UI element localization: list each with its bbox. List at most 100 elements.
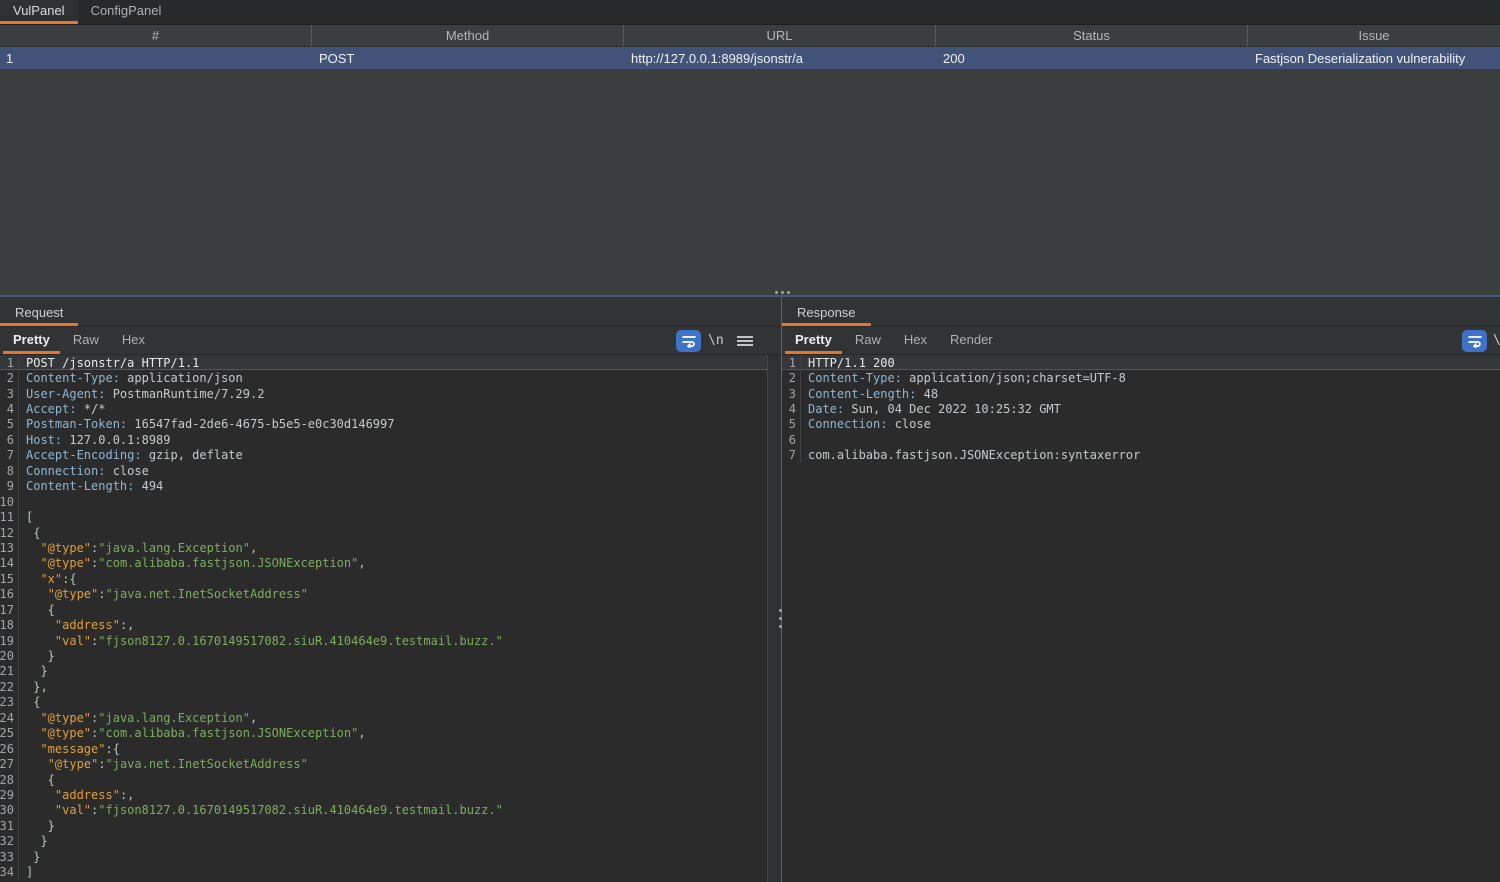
request-editor[interactable]: 1POST /jsonstr/a HTTP/1.12Content-Type: … (0, 355, 768, 882)
line-number: 1 (782, 355, 801, 370)
code-line: 18 "address":, (0, 617, 767, 632)
line-number: 12 (0, 525, 19, 540)
code-line: 22 }, (0, 679, 767, 694)
splitter-grip-icon[interactable] (775, 291, 790, 294)
results-table-body[interactable] (0, 69, 1500, 291)
line-content: "@type":"java.net.InetSocketAddress" (19, 587, 308, 601)
line-number: 11 (0, 509, 19, 524)
column-header[interactable]: Status (936, 25, 1248, 46)
line-number: 13 (0, 540, 19, 555)
bottom-section: Request PrettyRawHex \n 1POST /jsonstr/a… (0, 297, 1500, 882)
code-line: 2Content-Type: application/json;charset=… (782, 370, 1500, 385)
code-line: 27 "@type":"java.net.InetSocketAddress" (0, 756, 767, 771)
column-header[interactable]: Issue (1248, 25, 1500, 46)
line-number: 20 (0, 648, 19, 663)
line-content: "@type":"java.lang.Exception", (19, 711, 257, 725)
line-number: 4 (782, 401, 801, 416)
line-number: 33 (0, 849, 19, 864)
line-content: "x":{ (19, 572, 77, 586)
line-content: } (19, 664, 48, 678)
code-line: 15 "x":{ (0, 571, 767, 586)
column-header[interactable]: URL (624, 25, 936, 46)
line-number: 28 (0, 772, 19, 787)
line-content: Content-Type: application/json;charset=U… (801, 371, 1126, 385)
line-content: "@type":"java.lang.Exception", (19, 541, 257, 555)
code-line: 19 "val":"fjson8127.0.1670149517082.siuR… (0, 633, 767, 648)
newline-toggle-icon[interactable]: \n (708, 333, 724, 348)
cell-method: POST (312, 47, 624, 69)
code-line: 34] (0, 864, 767, 879)
code-line: 3Content-Length: 48 (782, 386, 1500, 401)
line-number: 24 (0, 710, 19, 725)
line-content: { (19, 603, 55, 617)
tab-response[interactable]: Response (782, 300, 871, 326)
line-number: 6 (0, 432, 19, 447)
column-header[interactable]: Method (312, 25, 624, 46)
editor-menu-icon[interactable] (737, 336, 753, 346)
subtab-raw[interactable]: Raw (845, 328, 891, 354)
top-section: VulPanelConfigPanel #MethodURLStatusIssu… (0, 0, 1500, 297)
line-number: 3 (0, 386, 19, 401)
code-line: 5Postman-Token: 16547fad-2de6-4675-b5e5-… (0, 417, 767, 432)
response-editor[interactable]: 1HTTP/1.1 2002Content-Type: application/… (782, 355, 1500, 882)
code-line: 6Host: 127.0.0.1:8989 (0, 432, 767, 447)
code-line: 14 "@type":"com.alibaba.fastjson.JSONExc… (0, 556, 767, 571)
tab-request[interactable]: Request (0, 300, 78, 326)
code-line: 24 "@type":"java.lang.Exception", (0, 710, 767, 725)
line-content: } (19, 850, 40, 864)
vertical-splitter[interactable] (781, 297, 782, 882)
table-row[interactable]: 1POSThttp://127.0.0.1:8989/jsonstr/a200F… (0, 47, 1500, 69)
code-line: 13 "@type":"java.lang.Exception", (0, 540, 767, 555)
wrap-lines-icon (681, 334, 697, 348)
line-number: 21 (0, 664, 19, 679)
line-content: { (19, 526, 40, 540)
code-line: 4Accept: */* (0, 401, 767, 416)
line-content: Host: 127.0.0.1:8989 (19, 433, 171, 447)
line-number: 27 (0, 756, 19, 771)
line-number: 5 (782, 417, 801, 432)
code-line: 11[ (0, 509, 767, 524)
code-line: 30 "val":"fjson8127.0.1670149517082.siuR… (0, 803, 767, 818)
column-header[interactable]: # (0, 25, 312, 46)
wrap-lines-icon (1467, 334, 1483, 348)
line-content: Accept: */* (19, 402, 105, 416)
line-number: 18 (0, 617, 19, 632)
wrap-lines-button[interactable] (1462, 330, 1487, 352)
tab-vulpanel[interactable]: VulPanel (0, 0, 78, 24)
line-number: 32 (0, 834, 19, 849)
code-line: 1POST /jsonstr/a HTTP/1.1 (0, 355, 767, 370)
code-line: 32 } (0, 834, 767, 849)
line-content: "message":{ (19, 742, 120, 756)
subtab-pretty[interactable]: Pretty (3, 328, 60, 354)
subtab-hex[interactable]: Hex (894, 328, 937, 354)
line-content: ] (19, 865, 33, 879)
tab-configpanel[interactable]: ConfigPanel (78, 0, 175, 24)
line-number: 2 (0, 370, 19, 385)
splitter-grip-icon[interactable] (779, 609, 782, 628)
newline-toggle-icon[interactable]: \n (1493, 333, 1500, 348)
code-line: 33 } (0, 849, 767, 864)
subtab-pretty[interactable]: Pretty (785, 328, 842, 354)
line-number: 6 (782, 432, 801, 447)
line-content: } (19, 819, 55, 833)
line-number: 23 (0, 695, 19, 710)
line-number: 9 (0, 479, 19, 494)
line-content: User-Agent: PostmanRuntime/7.29.2 (19, 387, 264, 401)
line-number: 8 (0, 463, 19, 478)
line-content: "val":"fjson8127.0.1670149517082.siuR.41… (19, 803, 503, 817)
request-panel: Request PrettyRawHex \n 1POST /jsonstr/a… (0, 297, 781, 882)
line-number: 3 (782, 386, 801, 401)
subtab-render[interactable]: Render (940, 328, 1003, 354)
line-content: Content-Type: application/json (19, 371, 243, 385)
code-line: 23 { (0, 695, 767, 710)
line-content: com.alibaba.fastjson.JSONException:synta… (801, 448, 1140, 462)
line-content: Connection: close (801, 417, 931, 431)
line-content: } (19, 834, 48, 848)
line-number: 30 (0, 803, 19, 818)
code-line: 17 { (0, 602, 767, 617)
line-number: 4 (0, 401, 19, 416)
subtab-hex[interactable]: Hex (112, 328, 155, 354)
subtab-raw[interactable]: Raw (63, 328, 109, 354)
cell-status: 200 (936, 47, 1248, 69)
wrap-lines-button[interactable] (676, 330, 701, 352)
